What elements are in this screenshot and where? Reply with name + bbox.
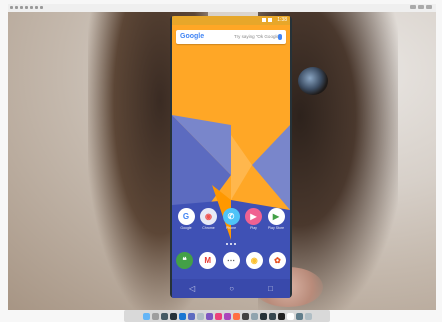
stage: 1:38 Google Try saying "Ok Google" G Goo…	[0, 0, 442, 322]
gmail-app-icon[interactable]: M	[199, 252, 217, 269]
android-nav-bar: ◁ ○ □	[172, 279, 290, 298]
apple-icon[interactable]	[10, 6, 13, 9]
app-label: Google	[180, 226, 192, 230]
google-app-icon: G	[177, 208, 195, 225]
home-app-row: G Google ◉ Chrome ✆ Phone ▶ Play ▶ Play Store	[176, 208, 286, 234]
search-hint: Try saying "Ok Google"	[234, 34, 281, 39]
dock-app-icon[interactable]	[205, 312, 213, 320]
phone-app-icon: ✆	[222, 208, 240, 225]
dock-app-icon[interactable]	[259, 312, 267, 320]
chrome-app[interactable]: ◉ Chrome	[199, 208, 219, 234]
app-label: Play Store	[267, 226, 285, 230]
page-dot	[226, 243, 228, 245]
dock-app-icon[interactable]	[151, 312, 159, 320]
wallpaper-shape-center	[231, 135, 252, 200]
recents-button[interactable]: □	[268, 284, 273, 293]
dock-app-icon[interactable]	[295, 312, 303, 320]
dock-app-icon[interactable]	[142, 312, 150, 320]
dock-app-icon[interactable]	[214, 312, 222, 320]
photos-app-icon[interactable]: ✿	[269, 252, 286, 269]
dock-app-icon[interactable]	[196, 312, 204, 320]
dock-app-icon[interactable]	[250, 312, 258, 320]
emulator-screen[interactable]: 1:38 Google Try saying "Ok Google" G Goo…	[172, 16, 290, 298]
app-label: Chrome	[202, 226, 215, 230]
dock-app-icon[interactable]	[178, 312, 186, 320]
android-status-bar: 1:38	[172, 16, 290, 25]
app-drawer-icon[interactable]: ⋯	[222, 252, 240, 269]
dock-app-icon[interactable]	[268, 312, 276, 320]
mac-dock	[124, 310, 330, 322]
battery-icon	[418, 5, 424, 9]
wallpaper-shape-right	[252, 125, 290, 210]
clock-icon	[426, 5, 432, 9]
chrome-app-icon: ◉	[200, 208, 217, 225]
dock-app-icon[interactable]	[223, 312, 231, 320]
menubar-status-icons	[410, 5, 432, 9]
view-menu[interactable]	[30, 6, 33, 9]
back-button[interactable]: ◁	[189, 284, 195, 293]
dock-app-icon[interactable]	[286, 312, 294, 320]
app-menu[interactable]	[15, 6, 18, 9]
wifi-icon	[410, 5, 416, 9]
page-dot	[230, 243, 232, 245]
dock-app-icon[interactable]	[232, 312, 240, 320]
android-emulator-window[interactable]: 1:38 Google Try saying "Ok Google" G Goo…	[170, 16, 292, 298]
app-label: Phone	[225, 226, 237, 230]
status-time: 1:38	[277, 17, 287, 23]
phone-app[interactable]: ✆ Phone	[221, 208, 241, 234]
window-menu[interactable]	[35, 6, 38, 9]
chrome-browser-icon[interactable]: ◉	[245, 252, 263, 269]
dock-app-icon[interactable]	[277, 312, 285, 320]
menubar-items	[10, 5, 43, 11]
mac-menubar	[8, 4, 436, 12]
mic-icon[interactable]	[278, 34, 282, 40]
play-store-app-icon: ▶	[267, 208, 285, 225]
play-app[interactable]: ▶ Play	[244, 208, 264, 234]
google-logo: Google	[180, 33, 205, 40]
dock-app-icon[interactable]	[241, 312, 249, 320]
page-indicator	[226, 243, 236, 245]
play-store-app[interactable]: ▶ Play Store	[266, 208, 286, 234]
dock-app-icon[interactable]	[160, 312, 168, 320]
wallpaper-dog-eye	[298, 67, 328, 95]
battery-icon	[268, 18, 272, 22]
help-menu[interactable]	[40, 6, 43, 9]
app-label: Play	[250, 226, 257, 230]
dock-app-icon[interactable]	[187, 312, 195, 320]
page-dot	[234, 243, 236, 245]
signal-icon	[262, 18, 266, 22]
google-search-bar[interactable]: Google Try saying "Ok Google"	[176, 30, 286, 44]
dock-app-icon[interactable]	[169, 312, 177, 320]
home-button[interactable]: ○	[229, 284, 234, 293]
hangouts-app-icon[interactable]: ❝	[176, 252, 193, 269]
edit-menu[interactable]	[25, 6, 28, 9]
screen-frame: 1:38 Google Try saying "Ok Google" G Goo…	[0, 0, 442, 322]
file-menu[interactable]	[20, 6, 23, 9]
hotseat: ❝ M ⋯ ◉ ✿	[176, 252, 286, 270]
dock-app-icon[interactable]	[304, 312, 312, 320]
google-app[interactable]: G Google	[176, 208, 196, 234]
status-icons	[262, 18, 272, 22]
play-app-icon: ▶	[245, 208, 262, 225]
